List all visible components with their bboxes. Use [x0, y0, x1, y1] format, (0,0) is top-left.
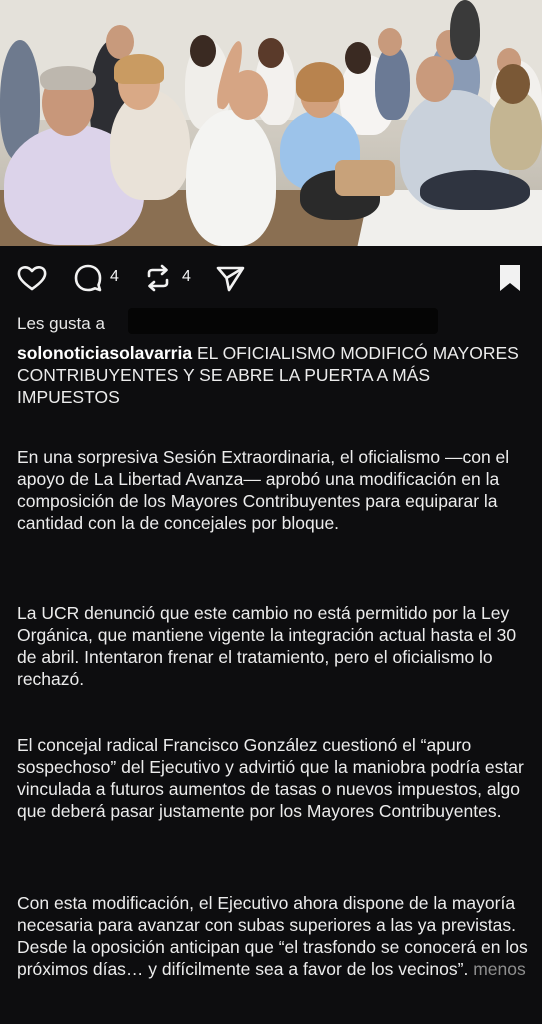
photo-head: [258, 38, 284, 68]
photo-person: [110, 90, 190, 200]
photo-person: [375, 45, 410, 120]
comment-icon[interactable]: [72, 262, 104, 294]
caption-paragraph: En una sorpresiva Sesión Extraordinaria,…: [17, 447, 510, 533]
photo-hair: [296, 62, 344, 102]
bookmark-icon[interactable]: [494, 262, 526, 294]
photo-hair: [114, 54, 164, 84]
likes-line[interactable]: Les gusta a: [17, 314, 105, 334]
share-icon[interactable]: [214, 262, 246, 294]
caption-paragraph-last: Con esta modificación, el Ejecutivo ahor…: [17, 892, 532, 980]
caption-paragraph: Con esta modificación, el Ejecutivo ahor…: [17, 893, 528, 979]
photo-head: [496, 64, 530, 104]
photo-bag: [335, 160, 395, 196]
photo-person: [420, 170, 530, 210]
post-actions: 4 4: [0, 254, 542, 300]
post-caption: solonoticiasolavarria EL OFICIALISMO MOD…: [17, 342, 527, 408]
caption-paragraph: La UCR denunció que este cambio no está …: [17, 603, 517, 689]
redacted-likes: [128, 308, 438, 334]
photo-head: [416, 56, 454, 102]
post-photo[interactable]: [0, 0, 542, 246]
less-link[interactable]: menos: [473, 959, 526, 979]
photo-person: [450, 0, 480, 60]
photo-person: [186, 110, 276, 246]
caption-paragraph: El concejal radical Francisco González c…: [17, 735, 524, 821]
post-username[interactable]: solonoticiasolavarria: [17, 343, 192, 363]
repost-count: 4: [182, 268, 191, 285]
heart-icon[interactable]: [16, 262, 48, 294]
repost-icon[interactable]: [142, 262, 174, 294]
photo-head: [378, 28, 402, 56]
photo-head: [345, 42, 371, 74]
photo-head: [190, 35, 216, 67]
photo-hair: [40, 66, 96, 90]
comment-count: 4: [110, 268, 119, 285]
